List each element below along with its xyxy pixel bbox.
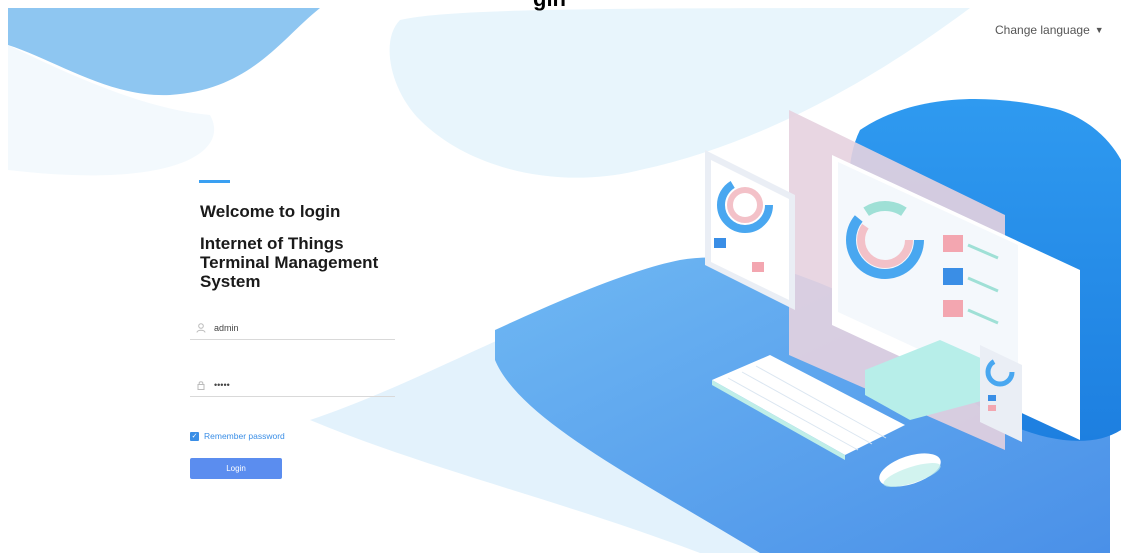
password-input[interactable] [214, 380, 384, 390]
login-button[interactable]: Login [190, 458, 282, 479]
remember-password-label: Remember password [204, 431, 285, 441]
username-field[interactable] [190, 317, 395, 340]
remember-password-checkbox[interactable]: ✓ Remember password [190, 431, 285, 441]
login-panel: Welcome to login Internet of Things Term… [190, 180, 420, 479]
change-language-label: Change language [995, 23, 1090, 37]
caret-down-icon: ▼ [1094, 25, 1104, 35]
password-field[interactable] [190, 374, 395, 397]
background-illustration [8, 8, 1121, 553]
username-input[interactable] [214, 323, 384, 333]
cropped-title: gin [533, 0, 566, 12]
accent-bar [199, 180, 230, 183]
welcome-heading: Welcome to login [200, 202, 341, 221]
lock-icon [194, 378, 208, 392]
top-bar: gin [0, 0, 1121, 11]
system-title: Internet of Things Terminal Management S… [200, 234, 379, 291]
checkbox-checked-icon[interactable]: ✓ [190, 431, 199, 441]
user-icon [194, 321, 208, 335]
change-language-dropdown[interactable]: Change language ▼ [995, 23, 1104, 37]
